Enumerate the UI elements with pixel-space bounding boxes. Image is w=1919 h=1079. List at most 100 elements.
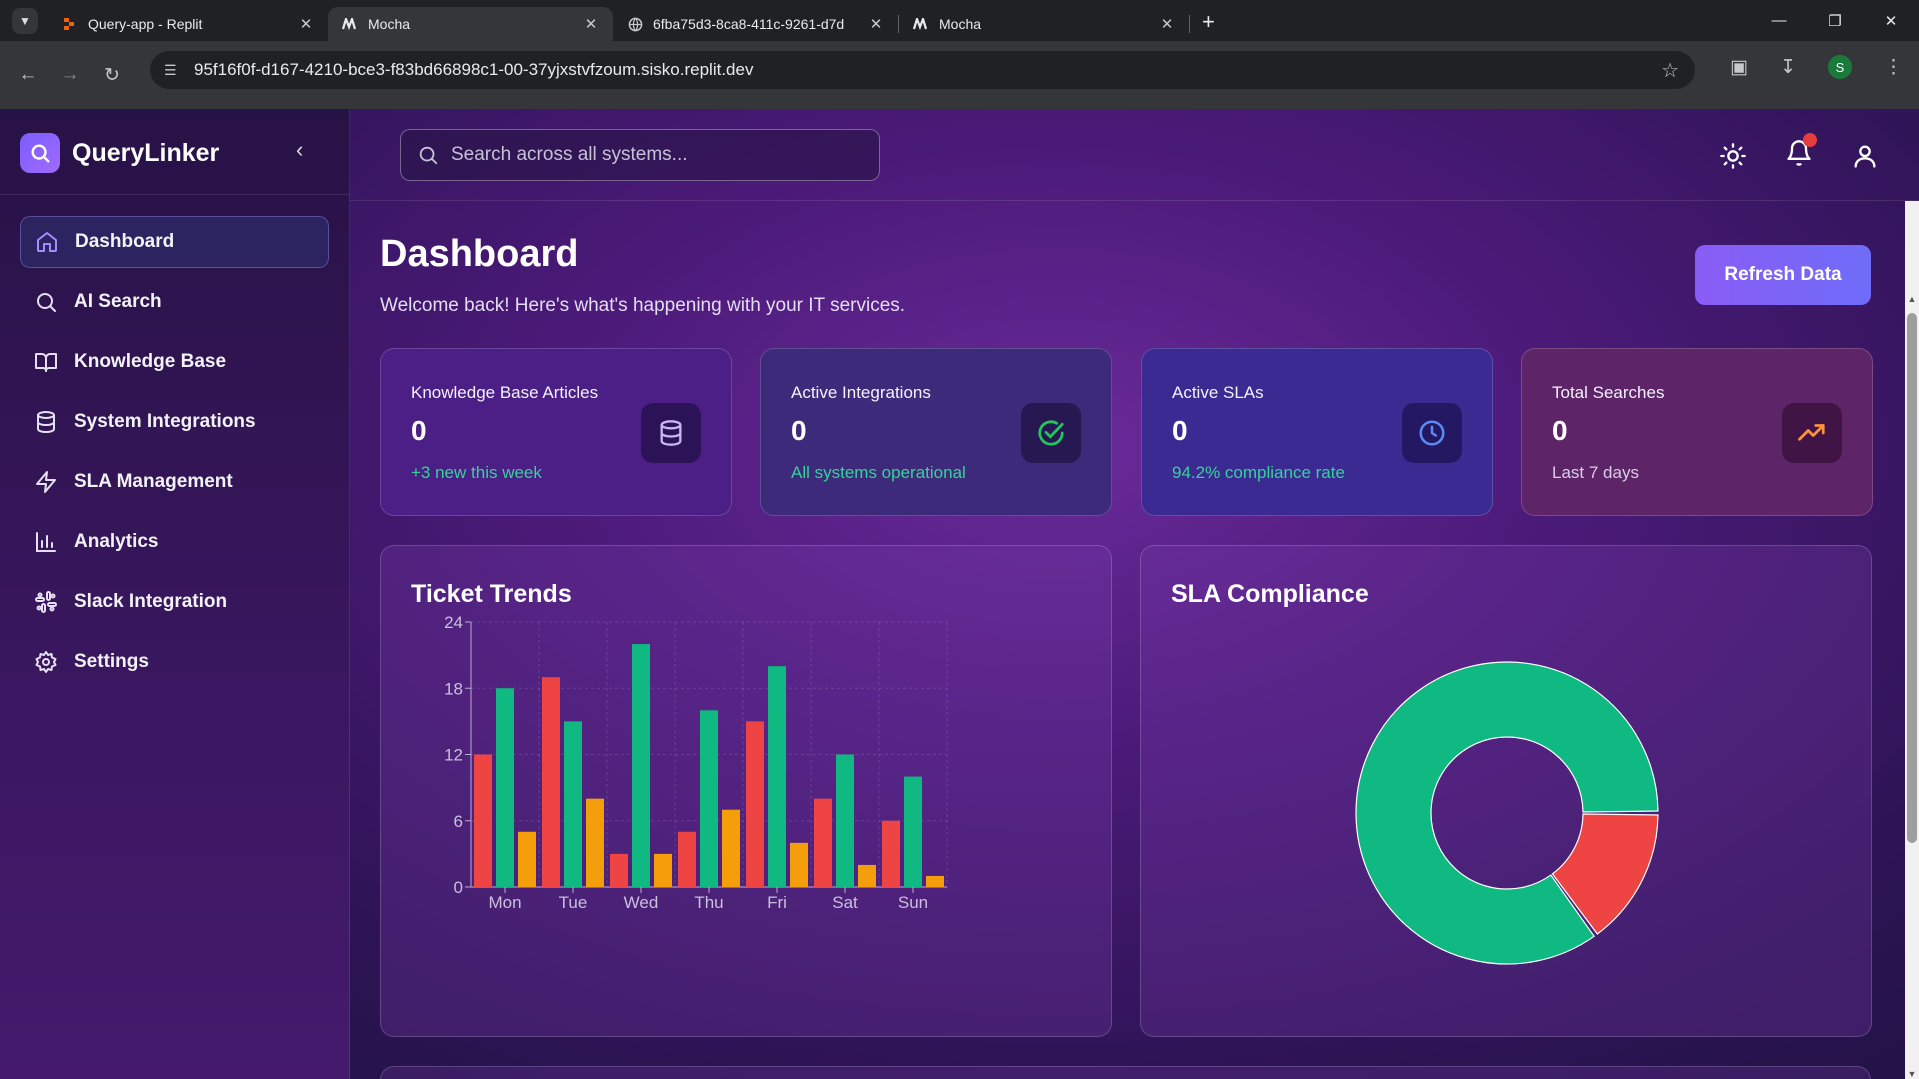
sidebar-item-label: Knowledge Base: [74, 351, 227, 372]
bar: [518, 831, 536, 887]
stat-value: 0: [791, 415, 807, 446]
close-window-icon[interactable]: ✕: [1863, 12, 1919, 30]
sun-icon[interactable]: [1719, 142, 1747, 170]
tab-separator: [1189, 15, 1190, 33]
menu-icon[interactable]: ⋮: [1884, 56, 1903, 79]
sidebar-item-dashboard[interactable]: Dashboard: [20, 216, 329, 268]
close-icon[interactable]: ✕: [298, 15, 314, 33]
site-info-icon[interactable]: ☰: [164, 62, 182, 79]
stat-label: Total Searches: [1552, 383, 1665, 402]
browser-tab-2[interactable]: Mocha ✕: [328, 7, 613, 41]
bar: [632, 644, 650, 887]
sidebar-item-settings[interactable]: Settings: [20, 636, 329, 688]
search-input[interactable]: [451, 144, 831, 166]
tab-title: 6fba75d3-8ca8-411c-9261-d7d: [653, 16, 845, 32]
address-bar[interactable]: ☰ 95f16f0f-d167-4210-bce3-f83bd66898c1-0…: [150, 51, 1695, 89]
page-subtitle: Welcome back! Here's what's happening wi…: [380, 295, 906, 316]
bar: [654, 853, 672, 887]
stat-value: 0: [1552, 415, 1568, 446]
database-icon: [641, 403, 701, 463]
new-tab-button[interactable]: +: [1202, 9, 1215, 35]
header-actions: [1719, 133, 1879, 172]
sidebar-item-label: AI Search: [74, 291, 162, 312]
profile-avatar[interactable]: S: [1828, 55, 1852, 79]
sidebar-item-label: Analytics: [74, 531, 159, 552]
check-circle-icon: [1021, 403, 1081, 463]
y-tick-label: 18: [444, 679, 463, 698]
y-tick-label: 6: [454, 812, 463, 831]
browser-tab-1[interactable]: Query-app - Replit ✕: [48, 7, 328, 41]
sla-compliance-card: SLA Compliance: [1140, 545, 1872, 1037]
search-icon: [37, 293, 56, 312]
minimize-icon[interactable]: —: [1751, 12, 1807, 29]
home-icon: [37, 232, 57, 252]
bar: [722, 809, 740, 887]
sidebar: QueryLinker ‹ Dashboard AI Search Knowle…: [0, 109, 350, 1079]
bar: [700, 710, 718, 887]
globe-icon: [627, 16, 643, 32]
extensions-icon[interactable]: ▣: [1730, 56, 1748, 79]
tab-search-button[interactable]: ▼: [12, 7, 38, 34]
zap-icon: [36, 471, 56, 493]
slack-icon: [35, 591, 57, 613]
bar: [768, 666, 786, 887]
refresh-data-button[interactable]: Refresh Data: [1695, 245, 1871, 305]
browser-tab-strip: ▼ Query-app - Replit ✕ Mocha ✕ 6fba75d3-…: [0, 0, 1919, 41]
sidebar-item-knowledge-base[interactable]: Knowledge Base: [20, 336, 329, 388]
next-card-peek: [380, 1066, 1871, 1079]
app-name: QueryLinker: [72, 138, 220, 167]
user-icon[interactable]: [1851, 142, 1879, 170]
bar: [610, 853, 628, 887]
reload-icon[interactable]: ↻: [98, 64, 126, 87]
ticket-trends-chart: 0 6 12 18 24 Mon Tue Wed Thu Fri Sat Sun: [444, 613, 948, 912]
close-icon[interactable]: ✕: [1159, 15, 1175, 33]
back-icon[interactable]: ←: [14, 64, 42, 86]
bar: [496, 688, 514, 887]
bar: [586, 798, 604, 887]
bar: [926, 875, 944, 887]
browser-toolbar: ← → ↻ ☰ 95f16f0f-d167-4210-bce3-f83bd668…: [0, 41, 1919, 109]
bar: [542, 677, 560, 887]
trending-up-icon: [1782, 403, 1842, 463]
sidebar-item-ai-search[interactable]: AI Search: [20, 276, 329, 328]
download-icon[interactable]: ↧: [1780, 56, 1796, 79]
tab-title: Mocha: [368, 16, 411, 32]
browser-tab-4[interactable]: Mocha ✕: [899, 7, 1189, 41]
bookmark-star-icon[interactable]: ☆: [1661, 58, 1679, 83]
x-tick-label: Sun: [898, 893, 928, 912]
stat-label: Knowledge Base Articles: [411, 383, 599, 402]
notifications-button[interactable]: [1785, 133, 1817, 172]
divider: [0, 194, 350, 195]
sidebar-item-sla-management[interactable]: SLA Management: [20, 456, 329, 508]
global-search[interactable]: [400, 129, 880, 181]
mocha-icon: [913, 16, 929, 32]
sidebar-item-slack-integration[interactable]: Slack Integration: [20, 576, 329, 628]
bar: [814, 798, 832, 887]
x-tick-label: Sat: [832, 893, 858, 912]
brand[interactable]: QueryLinker: [20, 133, 219, 173]
scrollbar[interactable]: ▲ ▼: [1905, 201, 1919, 1079]
sla-compliance-chart: [1355, 661, 1659, 965]
close-icon[interactable]: ✕: [868, 15, 884, 33]
forward-icon[interactable]: →: [56, 64, 84, 86]
collapse-sidebar-icon[interactable]: ‹: [296, 137, 303, 163]
stat-card-active-integrations: Active Integrations 0 All systems operat…: [760, 348, 1112, 516]
y-tick-label: 12: [444, 746, 463, 765]
bar: [746, 721, 764, 887]
bar: [790, 842, 808, 887]
sidebar-item-label: SLA Management: [74, 471, 233, 492]
url-text[interactable]: 95f16f0f-d167-4210-bce3-f83bd66898c1-00-…: [194, 60, 753, 80]
sidebar-item-system-integrations[interactable]: System Integrations: [20, 396, 329, 448]
browser-tab-3[interactable]: 6fba75d3-8ca8-411c-9261-d7d ✕: [613, 7, 898, 41]
bar: [678, 831, 696, 887]
restore-icon[interactable]: ❐: [1807, 12, 1863, 30]
replit-icon: [62, 16, 78, 32]
page-title: Dashboard: [380, 233, 579, 275]
scroll-up-icon[interactable]: ▲: [1907, 294, 1917, 304]
close-icon[interactable]: ✕: [583, 15, 599, 33]
scrollbar-thumb[interactable]: [1907, 313, 1917, 843]
sidebar-item-analytics[interactable]: Analytics: [20, 516, 329, 568]
tab-title: Query-app - Replit: [88, 16, 203, 32]
stat-footnote: All systems operational: [791, 463, 966, 482]
scroll-down-icon[interactable]: ▼: [1907, 1069, 1917, 1079]
